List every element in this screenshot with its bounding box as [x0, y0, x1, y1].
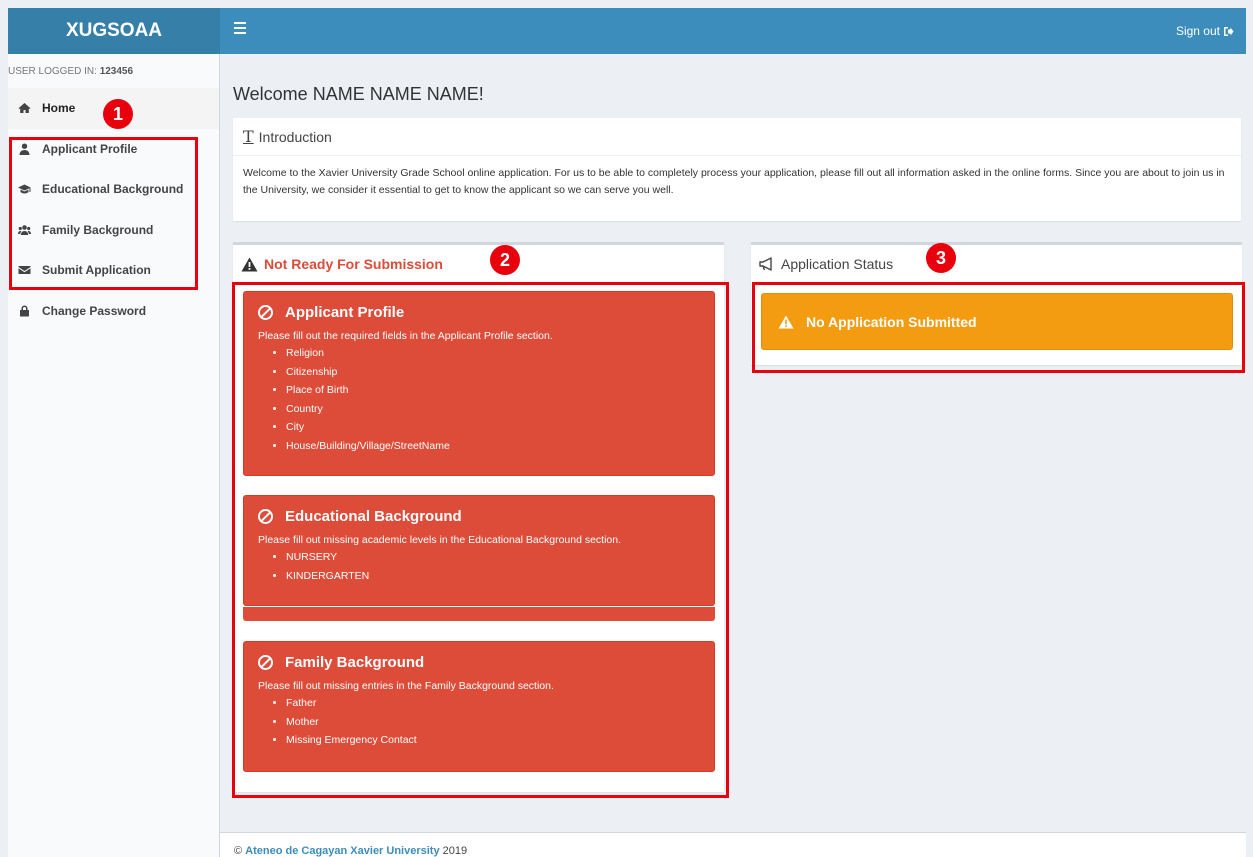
- list-item: NURSERY: [286, 548, 700, 567]
- sidebar-item-label: Submit Application: [42, 263, 151, 278]
- sidebar-item-label: Home: [42, 101, 76, 116]
- list-item: Religion: [286, 344, 700, 363]
- application-status-title: Application Status: [781, 256, 894, 272]
- ban-icon: [258, 655, 273, 670]
- lock-icon: [20, 305, 29, 317]
- list-item: City: [286, 418, 700, 437]
- user-icon: [19, 143, 30, 155]
- page-title: Welcome NAME NAME NAME!: [233, 84, 484, 104]
- envelope-icon: [18, 266, 31, 275]
- applicant-profile-alert: Applicant Profile Please fill out the re…: [243, 291, 715, 476]
- annotation-badge-3: 3: [926, 243, 956, 273]
- main-content: Welcome NAME NAME NAME! T Introduction W…: [220, 54, 1246, 857]
- users-icon: [18, 224, 31, 235]
- sidebar-item-change-password[interactable]: Change Password: [8, 291, 219, 332]
- list-item: Country: [286, 400, 700, 419]
- alert-message: Please fill out missing entries in the F…: [258, 680, 554, 692]
- sign-out-icon: [1224, 26, 1234, 36]
- sign-out-link[interactable]: Sign out: [1176, 24, 1234, 38]
- graduation-cap-icon: [18, 184, 31, 194]
- alert-message: Please fill out missing academic levels …: [258, 534, 622, 546]
- bullhorn-icon: [759, 257, 772, 271]
- list-item: Citizenship: [286, 363, 700, 382]
- top-header: XUGSOAA Sign out: [8, 8, 1246, 54]
- sidebar-item-label: Family Background: [42, 222, 154, 237]
- list-item: KINDERGARTEN: [286, 567, 700, 586]
- annotation-badge-1: 1: [103, 99, 133, 129]
- family-background-alert: Family Background Please fill out missin…: [243, 641, 715, 772]
- annotation-badge-2: 2: [490, 245, 520, 275]
- sidebar-item-submit-application[interactable]: Submit Application: [8, 250, 219, 291]
- list-item: Father: [286, 694, 700, 713]
- submission-readiness-box: Not Ready For Submission Applicant Profi…: [233, 242, 724, 792]
- sidebar-item-educational-background[interactable]: Educational Background: [8, 169, 219, 210]
- ban-icon: [258, 509, 273, 524]
- text-icon: T: [243, 127, 254, 146]
- sidebar-item-applicant-profile[interactable]: Applicant Profile: [8, 129, 219, 170]
- footer-year: 2019: [442, 845, 468, 857]
- ban-icon: [258, 305, 273, 320]
- alert-title-text: Applicant Profile: [285, 304, 405, 321]
- list-item: Mother: [286, 713, 700, 732]
- alert-divider-strip: [243, 607, 715, 621]
- introduction-header: T Introduction: [233, 118, 1241, 156]
- introduction-body: Welcome to the Xavier University Grade S…: [243, 167, 1225, 196]
- footer: © Ateneo de Cagayan Xavier University 20…: [220, 832, 1246, 857]
- brand-logo[interactable]: XUGSOAA: [8, 8, 220, 54]
- sidebar-toggle-icon[interactable]: [234, 22, 246, 36]
- sidebar-item-family-background[interactable]: Family Background: [8, 210, 219, 251]
- sign-out-label: Sign out: [1175, 24, 1220, 38]
- alert-title-text: Educational Background: [285, 508, 462, 525]
- alert-message: Please fill out the required fields in t…: [258, 330, 553, 342]
- list-item: House/Building/Village/StreetName: [286, 437, 700, 456]
- user-logged-in-label: USER LOGGED IN:: [8, 66, 97, 77]
- sidebar: USER LOGGED IN: 123456 Home Applicant Pr…: [8, 54, 220, 857]
- submission-readiness-title: Not Ready For Submission: [264, 256, 443, 272]
- user-logged-in: USER LOGGED IN: 123456: [8, 66, 133, 77]
- educational-background-alert: Educational Background Please fill out m…: [243, 495, 715, 606]
- alert-title: Applicant Profile: [258, 304, 700, 321]
- user-id: 123456: [99, 66, 134, 77]
- introduction-title: Introduction: [258, 128, 332, 145]
- sidebar-item-label: Change Password: [42, 303, 147, 318]
- copyright-symbol: ©: [234, 845, 243, 857]
- application-status-box: Application Status No Application Submit…: [751, 242, 1242, 365]
- list-item: Missing Emergency Contact: [286, 731, 700, 750]
- status-alert: No Application Submitted: [761, 293, 1233, 350]
- list-item: Place of Birth: [286, 381, 700, 400]
- warning-icon: [241, 257, 258, 271]
- alert-title: Family Background: [258, 654, 700, 671]
- sidebar-item-label: Applicant Profile: [42, 141, 138, 156]
- alert-title: Educational Background: [258, 508, 700, 525]
- submission-readiness-header: Not Ready For Submission: [233, 245, 724, 283]
- missing-fields-list: Religion Citizenship Place of Birth Coun…: [286, 344, 700, 456]
- missing-levels-list: NURSERY KINDERGARTEN: [286, 548, 700, 585]
- home-icon: [18, 103, 31, 114]
- introduction-box: T Introduction Welcome to the Xavier Uni…: [233, 118, 1241, 221]
- alert-title-text: Family Background: [285, 654, 425, 671]
- sidebar-item-label: Educational Background: [42, 182, 184, 197]
- missing-entries-list: Father Mother Missing Emergency Contact: [286, 694, 700, 750]
- warning-icon: [778, 315, 794, 328]
- status-message: No Application Submitted: [806, 313, 977, 330]
- application-status-header: Application Status: [751, 245, 1242, 283]
- footer-org-link[interactable]: Ateneo de Cagayan Xavier University: [245, 845, 439, 857]
